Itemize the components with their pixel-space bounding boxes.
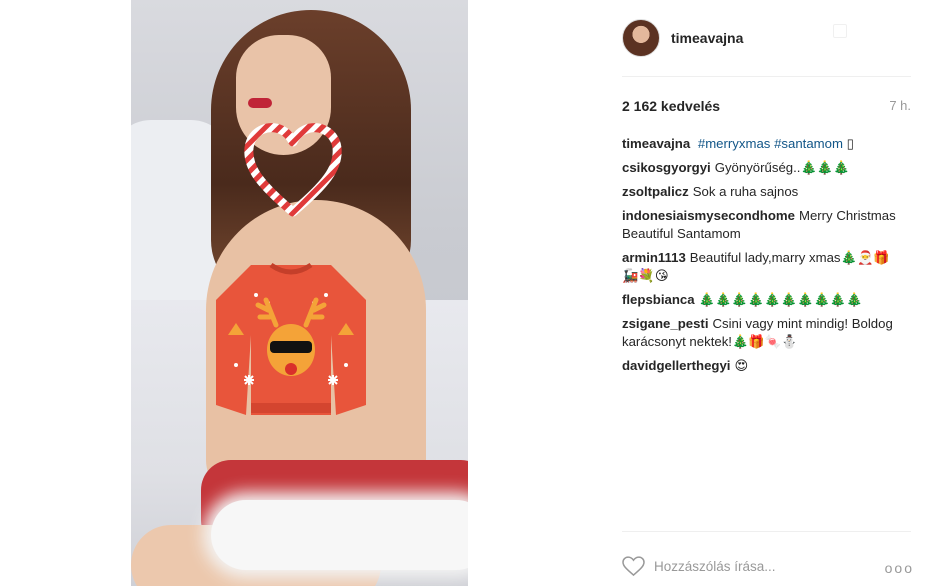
- comment-text: Gyönyörűség..🎄🎄🎄: [714, 160, 850, 175]
- caption: timeavajna #merryxmas #santamom ▯: [622, 135, 902, 153]
- comment-text: 🎄🎄🎄🎄🎄🎄🎄🎄🎄🎄: [698, 292, 863, 307]
- footer-divider: [622, 531, 911, 532]
- comment-author[interactable]: zsigane_pesti: [622, 316, 709, 331]
- list-item: davidgellerthegyi 😍: [622, 357, 902, 375]
- avatar[interactable]: [622, 19, 660, 57]
- comment-author[interactable]: zsoltpalicz: [622, 184, 689, 199]
- hashtag-link[interactable]: #merryxmas: [698, 136, 771, 151]
- comment-author[interactable]: flepsbianca: [622, 292, 695, 307]
- more-options-icon[interactable]: ooo: [885, 560, 914, 576]
- candy-cane-heart-icon: [244, 123, 342, 217]
- comment-input[interactable]: [654, 558, 864, 574]
- likes-count[interactable]: 2 162 kedvelés: [622, 98, 720, 114]
- list-item: csikosgyorgyi Gyönyörűség..🎄🎄🎄: [622, 159, 902, 177]
- post-time[interactable]: 7 h.: [889, 98, 911, 113]
- photo-lips: [248, 98, 272, 108]
- post-header: timeavajna: [622, 18, 743, 58]
- list-item: indonesiaismysecondhome Merry Christmas B…: [622, 207, 902, 243]
- list-item: armin1113 Beautiful lady,marry xmas🎄🎅🎁🚂💐😘: [622, 249, 902, 285]
- comment-author[interactable]: davidgellerthegyi: [622, 358, 730, 373]
- comments-list: timeavajna #merryxmas #santamom ▯ csikos…: [622, 135, 902, 381]
- heart-outline-icon: [622, 555, 645, 576]
- list-item: zsoltpalicz Sok a ruha sajnos: [622, 183, 902, 201]
- list-item: zsigane_pesti Csini vagy mint mindig! Bol…: [622, 315, 902, 351]
- post-photo[interactable]: [131, 0, 468, 586]
- comment-author[interactable]: csikosgyorgyi: [622, 160, 711, 175]
- post-username[interactable]: timeavajna: [671, 30, 743, 46]
- comment-author[interactable]: indonesiaismysecondhome: [622, 208, 795, 223]
- comment-author[interactable]: timeavajna: [622, 136, 690, 151]
- header-divider: [622, 76, 911, 77]
- like-button[interactable]: [622, 555, 646, 577]
- comment-bar: ooo: [622, 552, 914, 580]
- comment-author[interactable]: armin1113: [622, 250, 686, 265]
- hashtag-link[interactable]: #santamom: [774, 136, 843, 151]
- comment-text: Sok a ruha sajnos: [692, 184, 799, 199]
- list-item: flepsbianca 🎄🎄🎄🎄🎄🎄🎄🎄🎄🎄: [622, 291, 902, 309]
- photo-fur-trim: [211, 500, 468, 570]
- post-details-panel: timeavajna 2 162 kedvelés 7 h. timeavajn…: [607, 0, 918, 586]
- comment-text: 😍: [734, 358, 749, 373]
- reindeer-sweater-icon: [216, 262, 366, 415]
- caption-trailing-glyph: ▯: [846, 136, 854, 151]
- options-icon[interactable]: [833, 24, 847, 38]
